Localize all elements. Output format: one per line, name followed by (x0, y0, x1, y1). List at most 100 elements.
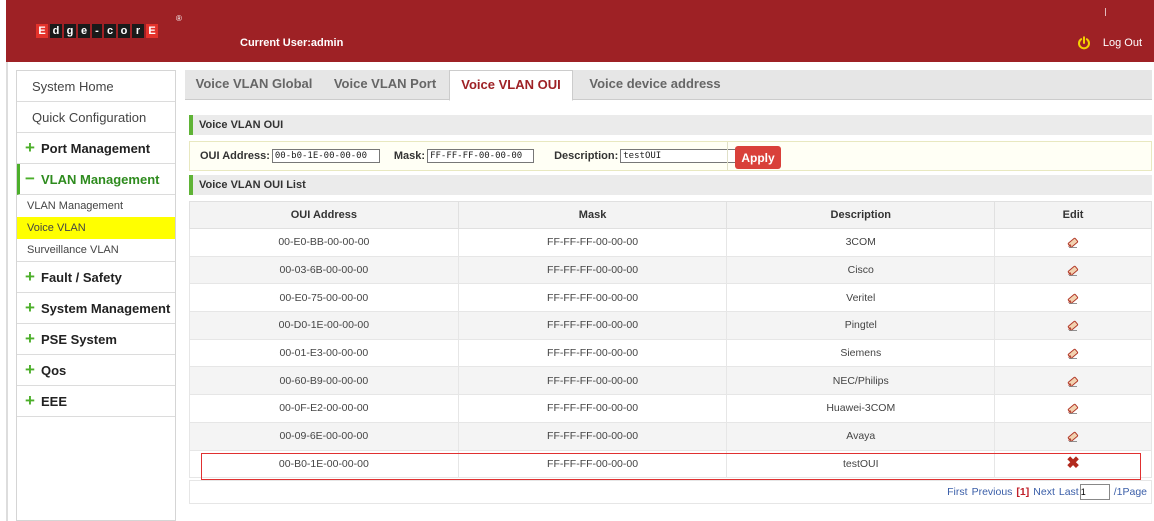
mask-cell: FF-FF-FF-00-00-00 (457, 394, 728, 423)
sidebar-item-vlan-management[interactable]: − VLAN Management (17, 164, 175, 195)
plus-icon: + (25, 391, 35, 410)
oui-table: OUI Address Mask Description Edit 00-E0-… (189, 201, 1152, 479)
pager-previous-link[interactable]: Previous (972, 486, 1013, 498)
sidebar-item-eee[interactable]: + EEE (17, 386, 175, 417)
mask-input[interactable] (427, 149, 535, 163)
edit-cell (994, 311, 1152, 340)
apply-button[interactable]: Apply (735, 146, 781, 169)
edit-icon[interactable] (1066, 346, 1080, 360)
logo-letter: - (92, 24, 102, 38)
section-header-oui-list: Voice VLAN OUI List (189, 175, 1152, 195)
sidebar-subitem-surveillance-vlan[interactable]: Surveillance VLAN (17, 239, 175, 261)
oui-address-cell: 00-E0-75-00-00-00 (189, 283, 459, 313)
edit-cell (994, 421, 1152, 451)
description-cell: NEC/Philips (726, 366, 996, 396)
oui-address-label: OUI Address: (200, 150, 270, 162)
oui-address-cell: 00-60-B9-00-00-00 (189, 366, 459, 396)
table-row: 00-0F-E2-00-00-00 FF-FF-FF-00-00-00 Huawei… (189, 394, 1152, 423)
sidebar-item-pse-system[interactable]: + PSE System (17, 324, 175, 355)
current-user-label: Current User:admin (240, 37, 344, 49)
delete-icon[interactable]: ✖ (1066, 455, 1079, 471)
oui-address-input[interactable] (271, 149, 380, 163)
sidebar-item-system-home[interactable]: System Home (17, 71, 175, 102)
edit-icon[interactable] (1066, 263, 1080, 277)
table-row: 00-60-B9-00-00-00 FF-FF-FF-00-00-00 NEC/Ph… (189, 366, 1152, 396)
tab-voice-vlan-oui[interactable]: Voice VLAN OUI (449, 70, 573, 101)
edit-cell (994, 228, 1152, 257)
logo-letter: E (146, 24, 158, 38)
edit-cell (994, 394, 1152, 423)
header-divider (1105, 8, 1106, 16)
page-border (6, 62, 8, 521)
oui-address-cell: 00-B0-1E-00-00-00 (189, 449, 459, 479)
logo-letter: E (36, 24, 48, 38)
logout-button[interactable]: Log Out (1077, 36, 1142, 50)
sidebar-item-fault-safety[interactable]: + Fault / Safety (17, 262, 175, 293)
tab-voice-vlan-port[interactable]: Voice VLAN Port (323, 70, 447, 100)
registered-mark: ® (176, 14, 182, 23)
column-header-description: Description (726, 201, 996, 229)
logo-letter: c (104, 24, 116, 38)
sidebar: System Home Quick Configuration + Port M… (16, 70, 176, 521)
oui-address-cell: 00-01-E3-00-00-00 (189, 338, 459, 368)
oui-form: OUI Address: Mask: Description: Apply (189, 141, 1152, 171)
sidebar-item-quick-configuration[interactable]: Quick Configuration (17, 102, 175, 133)
tab-voice-vlan-global[interactable]: Voice VLAN Global (185, 70, 323, 100)
mask-label: Mask: (393, 150, 426, 162)
mask-cell: FF-FF-FF-00-00-00 (457, 283, 728, 313)
sidebar-item-qos[interactable]: + Qos (17, 355, 175, 386)
mask-cell: FF-FF-FF-00-00-00 (457, 338, 728, 368)
table-row: 00-B0-1E-00-00-00 FF-FF-FF-00-00-00 testOU… (189, 449, 1152, 479)
table-row: 00-03-6B-00-00-00 FF-FF-FF-00-00-00 Cisco (189, 255, 1152, 285)
sidebar-item-label: Fault / Safety (41, 269, 122, 285)
sidebar-item-system-management[interactable]: + System Management (17, 293, 175, 324)
logo-letter: r (132, 24, 144, 38)
oui-address-cell: 00-0F-E2-00-00-00 (189, 394, 459, 423)
logo-letter: e (78, 24, 90, 38)
edit-cell (994, 338, 1152, 368)
section-accent-bar (189, 115, 193, 135)
edit-icon[interactable] (1066, 291, 1080, 305)
pager-first-link[interactable]: First (947, 486, 967, 498)
edit-cell: ✖ (994, 449, 1152, 479)
plus-icon: + (25, 138, 35, 157)
edit-icon[interactable] (1066, 374, 1080, 388)
logo-letter: d (50, 24, 62, 38)
oui-address-cell: 00-D0-1E-00-00-00 (189, 311, 459, 340)
section-title: Voice VLAN OUI List (199, 179, 306, 191)
sidebar-subitem-voice-vlan[interactable]: Voice VLAN (17, 217, 175, 239)
mask-cell: FF-FF-FF-00-00-00 (457, 366, 728, 396)
sidebar-item-port-management[interactable]: + Port Management (17, 133, 175, 164)
tab-voice-device-address[interactable]: Voice device address (575, 70, 735, 100)
sidebar-item-label: VLAN Management (41, 171, 160, 187)
description-input[interactable] (620, 149, 739, 163)
mask-cell: FF-FF-FF-00-00-00 (457, 421, 728, 451)
vlan-submenu: VLAN Management Voice VLAN Surveillance … (17, 195, 175, 262)
logo-letter: o (118, 24, 130, 38)
description-cell: Veritel (726, 283, 996, 313)
pager-total: /1Page (1113, 486, 1147, 498)
table-row: 00-D0-1E-00-00-00 FF-FF-FF-00-00-00 Pingte… (189, 311, 1152, 340)
pager-next-link[interactable]: Next (1033, 486, 1055, 498)
edit-icon[interactable] (1066, 235, 1080, 249)
sidebar-subitem-vlan-management[interactable]: VLAN Management (17, 195, 175, 217)
top-header: E d g e - c o r E ® Current User:admin L… (0, 0, 1154, 62)
description-cell: 3COM (726, 228, 996, 257)
oui-address-cell: 00-03-6B-00-00-00 (189, 255, 459, 285)
pager-current-page: [1] (1016, 486, 1030, 498)
mask-cell: FF-FF-FF-00-00-00 (457, 449, 728, 479)
table-row: 00-E0-75-00-00-00 FF-FF-FF-00-00-00 Verite… (189, 283, 1152, 313)
sidebar-item-label: EEE (41, 393, 68, 409)
pager-last-link[interactable]: Last (1059, 486, 1079, 498)
sidebar-item-label: PSE System (41, 331, 117, 347)
power-icon (1077, 36, 1091, 50)
page-number-input[interactable] (1079, 484, 1110, 500)
edit-icon[interactable] (1066, 318, 1080, 332)
description-cell: Siemens (726, 338, 996, 368)
plus-icon: + (25, 267, 35, 286)
oui-address-cell: 00-E0-BB-00-00-00 (189, 228, 459, 257)
edit-icon[interactable] (1066, 429, 1080, 443)
pagination: First Previous [1] Next Last /1Page (189, 480, 1152, 504)
edit-icon[interactable] (1066, 401, 1080, 415)
table-header-row: OUI Address Mask Description Edit (189, 201, 1152, 229)
